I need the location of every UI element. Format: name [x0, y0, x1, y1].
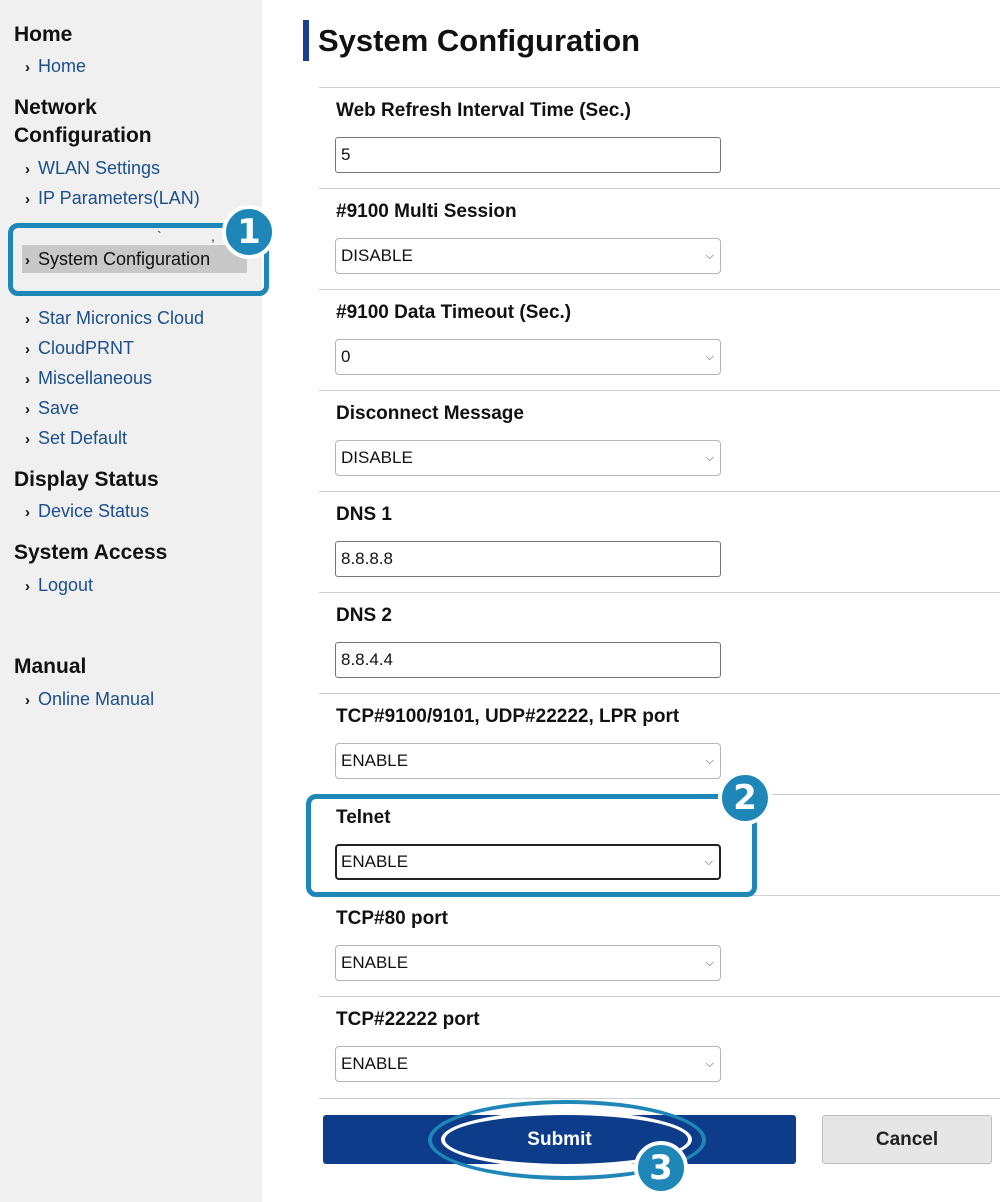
chevron-down-icon: ⌵ — [705, 452, 714, 464]
chevron-down-icon: ⌵ — [705, 755, 714, 767]
sidebar-item-miscellaneous[interactable]: › Miscellaneous — [25, 367, 152, 391]
chevron-down-icon: ⌵ — [705, 957, 714, 969]
callout-badge-3: 3 — [634, 1141, 688, 1195]
sidebar-item-online-manual[interactable]: › Online Manual — [25, 688, 154, 712]
chevron-down-icon: ⌵ — [705, 351, 714, 363]
section-system-access: System Access — [14, 541, 168, 564]
sidebar-item-logout[interactable]: › Logout — [25, 574, 93, 598]
field-tcp-22222-port: TCP#22222 port ENABLE ⌵ — [319, 996, 1000, 1097]
chevron-right-icon: › — [25, 401, 30, 418]
section-home: Home — [14, 23, 73, 46]
field-dns-2: DNS 2 — [319, 592, 1000, 693]
chevron-right-icon: › — [25, 191, 30, 208]
field-dns-1: DNS 1 — [319, 491, 1000, 592]
field-label: TCP#22222 port — [336, 1009, 480, 1030]
disconnect-message-select[interactable]: DISABLE ⌵ — [335, 440, 721, 476]
field-label: Disconnect Message — [336, 403, 524, 424]
divider — [319, 1098, 1000, 1099]
field-label: Web Refresh Interval Time (Sec.) — [336, 100, 631, 121]
field-web-refresh-interval: Web Refresh Interval Time (Sec.) — [319, 87, 1000, 188]
sidebar-item-ip-parameters[interactable]: › IP Parameters(LAN) — [25, 187, 200, 211]
section-display-status: Display Status — [14, 468, 159, 491]
9100-multi-session-select[interactable]: DISABLE ⌵ — [335, 238, 721, 274]
section-manual: Manual — [14, 655, 87, 678]
chevron-right-icon: › — [25, 578, 30, 595]
callout-badge-2: 2 — [718, 771, 772, 825]
chevron-right-icon: › — [25, 311, 30, 328]
section-network-configuration: Network Configuration — [14, 96, 152, 147]
chevron-down-icon: ⌵ — [705, 1058, 714, 1070]
callout-highlight-2 — [306, 794, 757, 897]
sidebar-item-device-status[interactable]: › Device Status — [25, 500, 149, 524]
field-label: DNS 2 — [336, 605, 392, 626]
sidebar-item-save[interactable]: › Save — [25, 397, 79, 421]
field-9100-data-timeout: #9100 Data Timeout (Sec.) 0 ⌵ — [319, 289, 1000, 390]
sidebar-item-star-micronics-cloud[interactable]: › Star Micronics Cloud — [25, 307, 204, 331]
chevron-right-icon: › — [25, 371, 30, 388]
tcp-9100-udp-lpr-select[interactable]: ENABLE ⌵ — [335, 743, 721, 779]
sidebar: Home › Home Network Configuration › WLAN Se… — [0, 0, 262, 1202]
dns-1-input[interactable] — [335, 541, 721, 577]
chevron-right-icon: › — [25, 431, 30, 448]
chevron-right-icon: › — [25, 161, 30, 178]
field-label: #9100 Data Timeout (Sec.) — [336, 302, 572, 323]
9100-data-timeout-select[interactable]: 0 ⌵ — [335, 339, 721, 375]
page-title: System Configuration — [303, 20, 640, 61]
tcp-22222-port-select[interactable]: ENABLE ⌵ — [335, 1046, 721, 1082]
chevron-down-icon: ⌵ — [705, 250, 714, 262]
sidebar-item-set-default[interactable]: › Set Default — [25, 427, 127, 451]
dns-2-input[interactable] — [335, 642, 721, 678]
field-disconnect-message: Disconnect Message DISABLE ⌵ — [319, 390, 1000, 491]
sidebar-item-cloudprnt[interactable]: › CloudPRNT — [25, 337, 134, 361]
field-tcp-9100-udp-lpr: TCP#9100/9101, UDP#22222, LPR port ENABL… — [319, 693, 1000, 794]
chevron-right-icon: › — [25, 59, 30, 76]
chevron-right-icon: › — [25, 692, 30, 709]
field-tcp-80-port: TCP#80 port ENABLE ⌵ — [319, 895, 1000, 996]
field-9100-multi-session: #9100 Multi Session DISABLE ⌵ — [319, 188, 1000, 289]
sidebar-item-home[interactable]: › Home — [25, 55, 86, 79]
web-refresh-interval-input[interactable] — [335, 137, 721, 173]
cancel-button[interactable]: Cancel — [822, 1115, 992, 1164]
field-label: TCP#80 port — [336, 908, 448, 929]
tcp-80-port-select[interactable]: ENABLE ⌵ — [335, 945, 721, 981]
callout-badge-1: 1 — [222, 205, 276, 259]
field-label: DNS 1 — [336, 504, 392, 525]
field-label: TCP#9100/9101, UDP#22222, LPR port — [336, 706, 680, 727]
field-label: #9100 Multi Session — [336, 201, 517, 222]
chevron-right-icon: › — [25, 504, 30, 521]
sidebar-item-wlan-settings[interactable]: › WLAN Settings — [25, 157, 160, 181]
chevron-right-icon: › — [25, 341, 30, 358]
